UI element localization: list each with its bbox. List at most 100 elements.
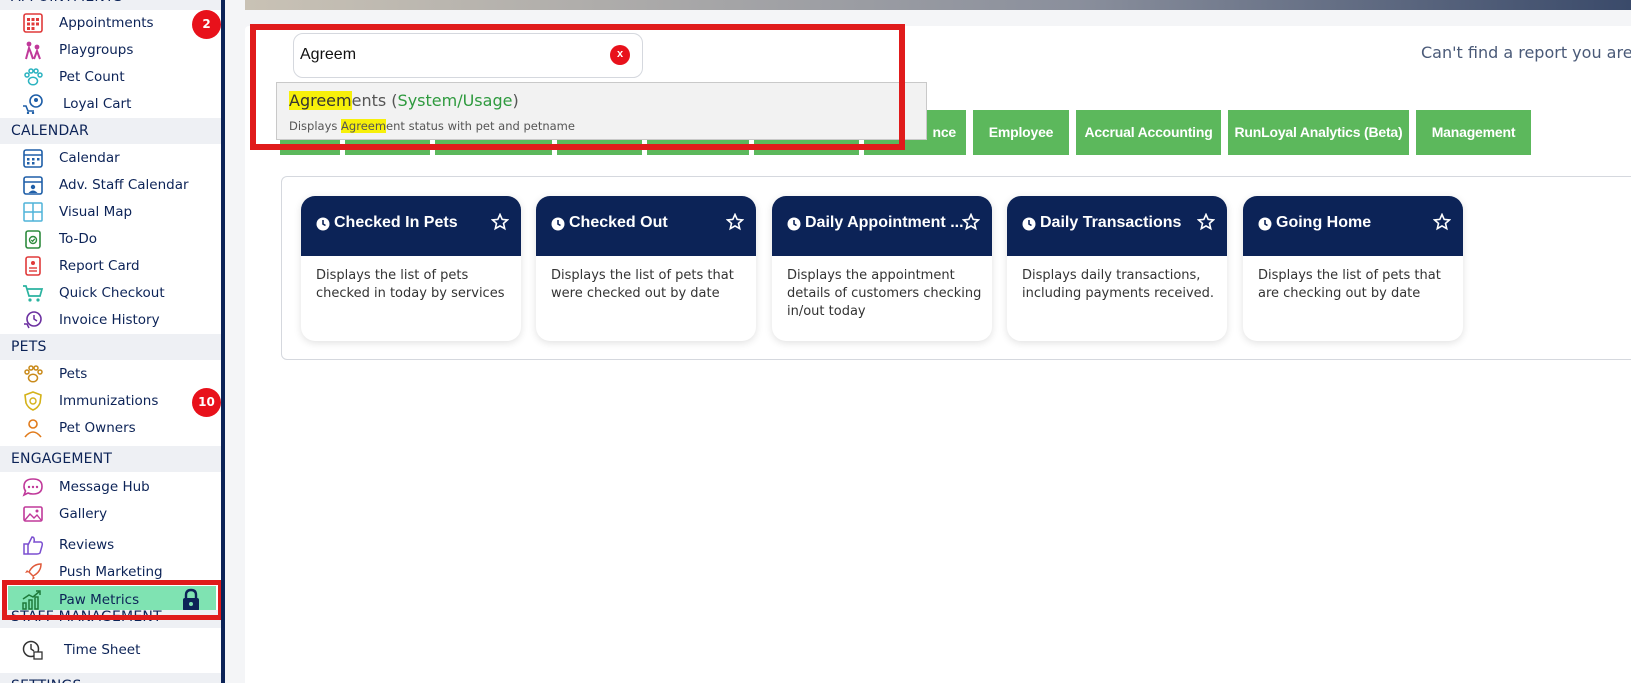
tab-employee[interactable]: Employee xyxy=(973,110,1069,155)
suggestion-paren-close: ) xyxy=(512,91,519,110)
sidebar-item-gallery[interactable]: Gallery xyxy=(0,500,221,527)
sidebar-item-label: Quick Checkout xyxy=(59,285,165,301)
card-header: Daily Appointment ... xyxy=(772,196,992,256)
clock-icon xyxy=(316,217,330,231)
favorite-star-icon[interactable] xyxy=(961,212,981,231)
suggestion-paren-open: ( xyxy=(386,91,398,110)
sidebar-item-adv-staff-calendar[interactable]: Adv. Staff Calendar xyxy=(0,171,221,198)
chat-icon xyxy=(22,477,44,497)
suggestion-category: System/Usage xyxy=(397,91,513,110)
tab-management[interactable]: Management xyxy=(1416,110,1531,155)
sidebar-item-label: Pet Owners xyxy=(59,420,136,436)
sidebar-item-label: Loyal Cart xyxy=(63,96,132,112)
suggestion-rest: ents xyxy=(351,91,387,110)
report-card-checked-in-pets[interactable]: Checked In Pets Displays the list of pet… xyxy=(301,196,521,341)
invoice-history-icon xyxy=(22,310,44,330)
sidebar-item-label: Reviews xyxy=(59,537,115,553)
appointments-count-badge: 2 xyxy=(192,10,221,39)
sidebar-item-label: Appointments xyxy=(59,15,154,31)
section-settings: SETTINGS xyxy=(0,673,221,683)
sidebar-item-pets[interactable]: Pets xyxy=(0,360,221,387)
tab-runloyal-analytics[interactable]: RunLoyal Analytics (Beta) xyxy=(1228,110,1409,155)
card-header: Checked Out xyxy=(536,196,756,256)
suggestion-desc-match: Agreem xyxy=(341,119,387,133)
person-icon xyxy=(22,418,44,438)
report-card-checked-out[interactable]: Checked Out Displays the list of pets th… xyxy=(536,196,756,341)
report-search-input[interactable]: Agreem x xyxy=(293,33,643,78)
card-title: Daily Appointment ... xyxy=(805,214,964,231)
card-title: Going Home xyxy=(1276,214,1372,231)
sidebar-item-label: Push Marketing xyxy=(59,564,163,580)
lock-icon xyxy=(180,588,202,612)
map-grid-icon xyxy=(22,202,44,222)
suggestion-desc-before: Displays xyxy=(289,119,342,133)
search-input-value[interactable]: Agreem xyxy=(300,46,356,64)
sidebar-item-reviews[interactable]: Reviews xyxy=(0,531,221,558)
sidebar-item-label: Adv. Staff Calendar xyxy=(59,177,189,193)
sidebar-item-label: Time Sheet xyxy=(64,642,141,658)
cart-icon xyxy=(22,283,44,303)
sidebar-item-quick-checkout[interactable]: Quick Checkout xyxy=(0,279,221,306)
sidebar-item-label: Pets xyxy=(59,366,88,382)
sidebar-item-push-marketing[interactable]: Push Marketing xyxy=(0,558,221,585)
app-root: APPOINTMENTS Appointments 2 Playgroups P… xyxy=(0,0,1631,683)
card-description: Displays daily transactions, including p… xyxy=(1022,268,1215,301)
report-card-icon xyxy=(22,256,44,276)
sidebar-item-time-sheet[interactable]: Time Sheet xyxy=(0,636,221,663)
suggestion-title: Agreements (System/Usage) xyxy=(289,91,519,110)
sidebar-item-label: Paw Metrics xyxy=(59,592,140,608)
sidebar-item-todo[interactable]: To-Do xyxy=(0,225,221,252)
report-card-daily-transactions[interactable]: Daily Transactions Displays daily transa… xyxy=(1007,196,1227,341)
thumbs-up-icon xyxy=(22,535,44,555)
favorite-star-icon[interactable] xyxy=(1432,212,1452,231)
section-calendar: CALENDAR xyxy=(0,118,221,144)
sidebar-item-label: Invoice History xyxy=(59,312,160,328)
sidebar-item-label: Playgroups xyxy=(59,42,134,58)
sidebar-item-visual-map[interactable]: Visual Map xyxy=(0,198,221,225)
card-title: Daily Transactions xyxy=(1040,214,1182,231)
sidebar: APPOINTMENTS Appointments 2 Playgroups P… xyxy=(0,0,225,683)
favorite-star-icon[interactable] xyxy=(1196,212,1216,231)
sidebar-item-label: Report Card xyxy=(59,258,140,274)
card-title: Checked Out xyxy=(569,214,668,231)
sidebar-item-invoice-history[interactable]: Invoice History xyxy=(0,306,221,333)
sidebar-item-label: Calendar xyxy=(59,150,120,166)
favorite-star-icon[interactable] xyxy=(725,212,745,231)
sidebar-item-label: Gallery xyxy=(59,506,108,522)
shield-icon xyxy=(22,391,44,411)
sidebar-item-message-hub[interactable]: Message Hub xyxy=(0,473,221,500)
sidebar-item-label: Immunizations xyxy=(59,393,159,409)
sidebar-item-pet-count[interactable]: Pet Count xyxy=(0,63,221,90)
sidebar-item-immunizations[interactable]: Immunizations xyxy=(0,387,221,414)
sidebar-item-report-card[interactable]: Report Card xyxy=(0,252,221,279)
card-header: Daily Transactions xyxy=(1007,196,1227,256)
rocket-icon xyxy=(22,562,44,582)
sidebar-item-calendar[interactable]: Calendar xyxy=(0,144,221,171)
card-description: Displays the list of pets that are check… xyxy=(1258,268,1441,301)
sidebar-item-appointments[interactable]: Appointments xyxy=(0,9,221,36)
appointments-grid-icon xyxy=(22,13,44,33)
paw-count-icon xyxy=(22,67,44,87)
chart-growth-icon xyxy=(21,590,43,610)
clock-sheet-icon xyxy=(22,640,44,660)
section-engagement: ENGAGEMENT xyxy=(0,446,221,472)
sidebar-item-label: Visual Map xyxy=(59,204,133,220)
clear-search-button[interactable]: x xyxy=(610,45,630,65)
report-card-going-home[interactable]: Going Home Displays the list of pets tha… xyxy=(1243,196,1463,341)
search-suggestion-item[interactable]: Agreements (System/Usage) Displays Agree… xyxy=(276,82,927,140)
sidebar-item-label: To-Do xyxy=(59,231,97,247)
sidebar-item-loyal-cart[interactable]: Loyal Cart xyxy=(0,90,221,117)
image-icon xyxy=(22,504,44,524)
suggestion-desc-after: ent status with pet and petname xyxy=(386,119,575,133)
clock-icon xyxy=(551,217,565,231)
cant-find-report-text: Can't find a report you are lo xyxy=(1421,43,1631,62)
sidebar-item-pet-owners[interactable]: Pet Owners xyxy=(0,414,221,441)
favorite-star-icon[interactable] xyxy=(490,212,510,231)
sidebar-item-label: Pet Count xyxy=(59,69,125,85)
card-description: Displays the list of pets that were chec… xyxy=(551,268,734,301)
card-description: Displays the appointment details of cust… xyxy=(787,268,982,319)
sidebar-item-playgroups[interactable]: Playgroups xyxy=(0,36,221,63)
playgroups-icon xyxy=(22,40,44,60)
report-card-daily-appointment[interactable]: Daily Appointment ... Displays the appoi… xyxy=(772,196,992,341)
tab-accrual-accounting[interactable]: Accrual Accounting xyxy=(1076,110,1221,155)
